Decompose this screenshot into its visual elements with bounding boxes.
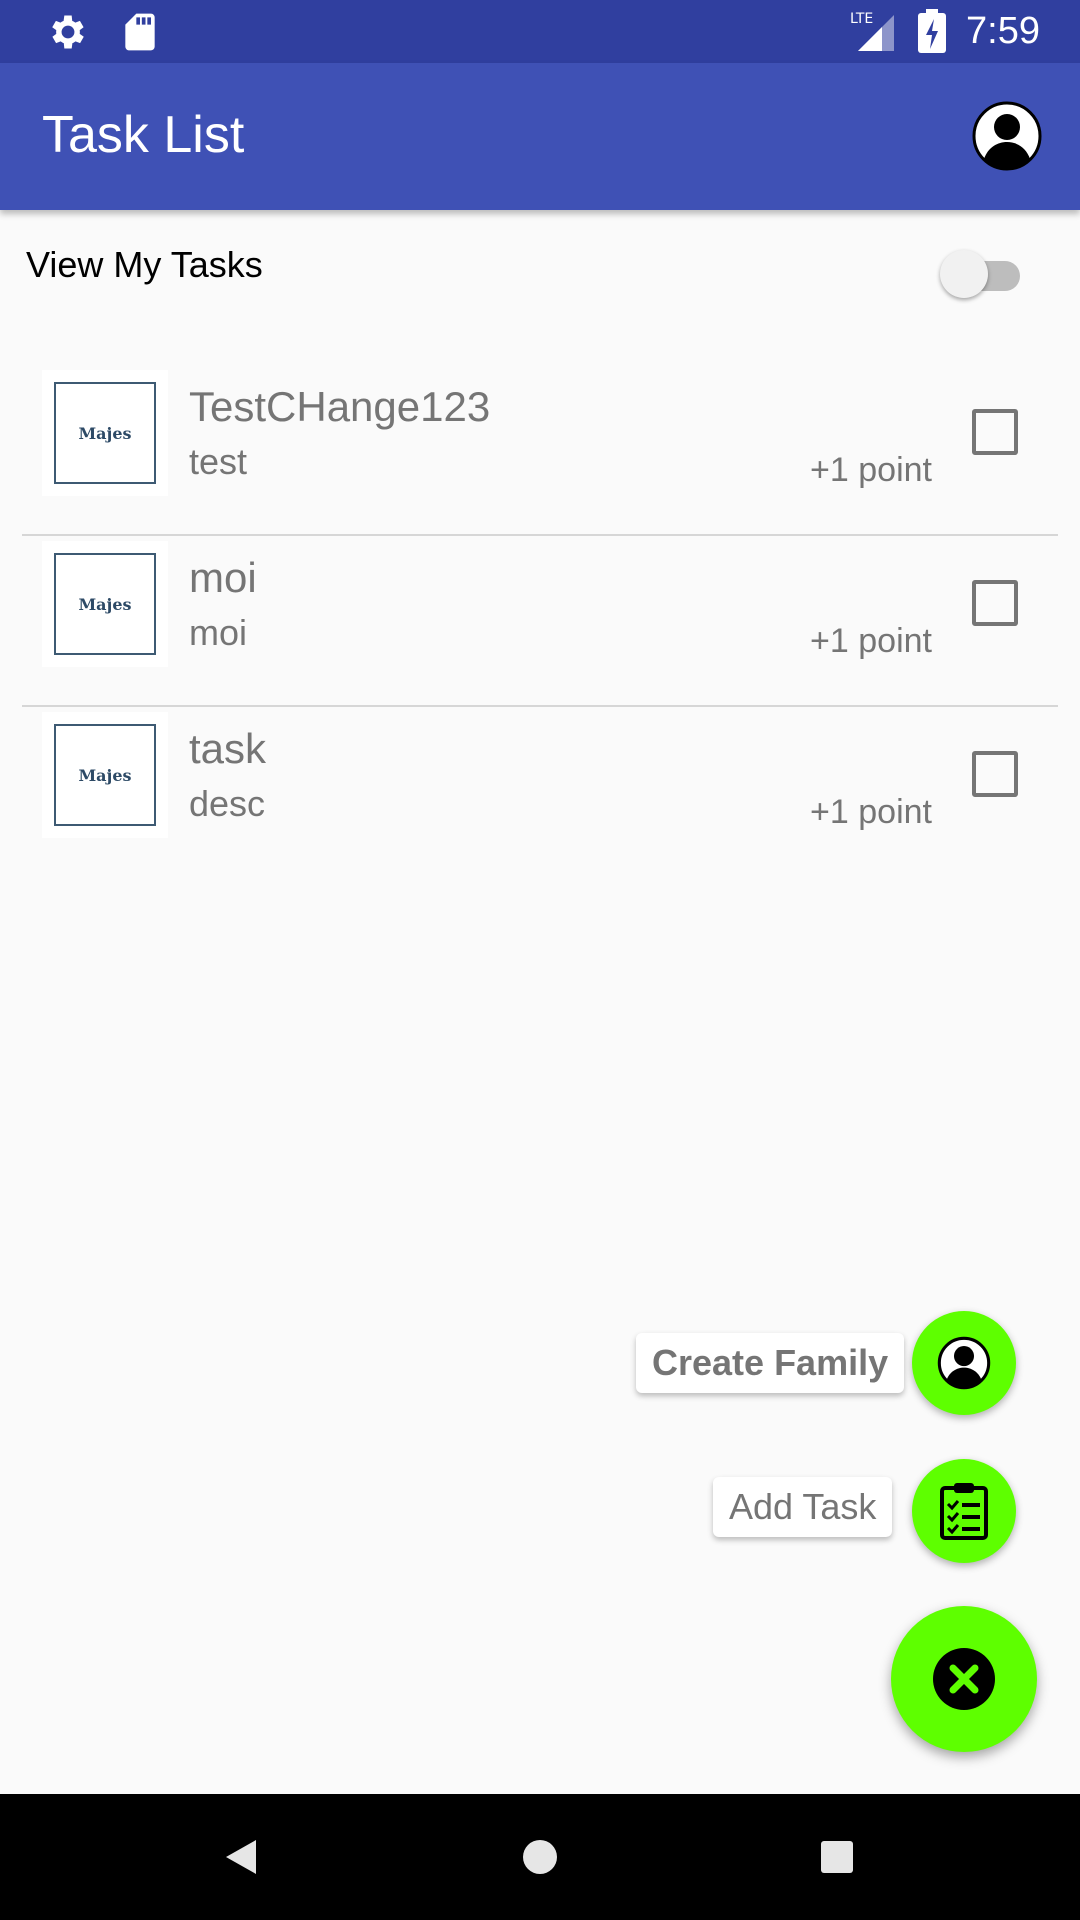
task-description: moi (189, 612, 248, 653)
signal-icon: LTE (850, 11, 895, 51)
task-title: task (189, 725, 267, 772)
network-label: LTE (850, 11, 873, 27)
page-title: Task List (42, 106, 245, 164)
task-image: Majes (42, 370, 168, 496)
task-image: Majes (42, 712, 168, 838)
settings-icon (52, 15, 84, 49)
create-family-label[interactable]: Create Family (636, 1333, 905, 1393)
add-task-button[interactable] (912, 1459, 1016, 1563)
fab-close-button[interactable] (891, 1606, 1037, 1752)
task-points: +1 point (810, 451, 932, 489)
task-title: moi (189, 554, 257, 601)
battery-charging-icon (918, 9, 947, 53)
list-item[interactable]: Majes task desc +1 point (0, 707, 1080, 878)
add-task-label[interactable]: Add Task (713, 1477, 893, 1537)
list-item[interactable]: Majes TestCHange123 test +1 point (0, 365, 1080, 536)
status-bar: LTE 7:59 (0, 0, 1080, 63)
view-my-tasks-label: View My Tasks (26, 244, 263, 285)
task-image-logo: Majes (54, 553, 156, 655)
task-checkbox[interactable] (972, 409, 1018, 455)
view-my-tasks-row: View My Tasks (0, 230, 1080, 310)
task-title: TestCHange123 (189, 383, 491, 430)
list-item[interactable]: Majes moi moi +1 point (0, 536, 1080, 707)
status-time: 7:59 (966, 10, 1040, 52)
app-bar: Task List (0, 63, 1080, 210)
navigation-bar (0, 1794, 1080, 1920)
home-icon[interactable] (515, 1832, 565, 1882)
clipboard-checklist-icon (940, 1483, 988, 1540)
view-my-tasks-switch[interactable] (940, 250, 1026, 300)
account-circle-icon[interactable] (972, 101, 1042, 171)
task-points: +1 point (810, 793, 932, 831)
task-description: test (189, 441, 248, 482)
task-list: Majes TestCHange123 test +1 point Majes … (0, 365, 1080, 878)
account-circle-icon (937, 1336, 991, 1390)
create-family-button[interactable] (912, 1311, 1016, 1415)
task-description: desc (189, 783, 266, 824)
recents-icon[interactable] (812, 1832, 862, 1882)
task-checkbox[interactable] (972, 580, 1018, 626)
task-checkbox[interactable] (972, 751, 1018, 797)
task-image-logo: Majes (54, 382, 156, 484)
switch-thumb (940, 250, 988, 298)
sd-card-icon (125, 13, 155, 51)
task-image: Majes (42, 541, 168, 667)
back-icon[interactable] (218, 1832, 268, 1882)
task-image-logo: Majes (54, 724, 156, 826)
task-points: +1 point (810, 622, 932, 660)
close-icon (933, 1648, 995, 1710)
